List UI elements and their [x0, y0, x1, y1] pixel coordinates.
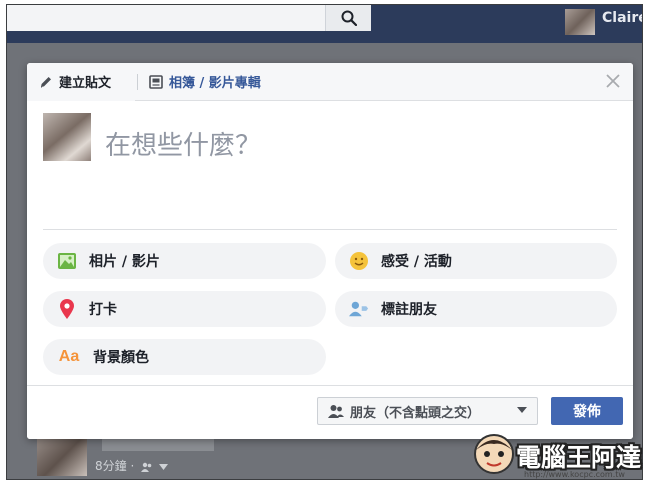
- option-check-in-label: 打卡: [89, 302, 117, 318]
- watermark-url: http://www.kocpc.com.tw: [524, 470, 625, 479]
- tab-create-post-label: 建立貼文: [59, 76, 112, 91]
- search-button[interactable]: [325, 5, 371, 31]
- profile-username[interactable]: Claire: [602, 10, 642, 26]
- text-aa-icon: Aa: [58, 348, 80, 365]
- tab-divider: [137, 74, 138, 90]
- profile-avatar[interactable]: [565, 9, 595, 35]
- watermark-mascot-icon: [472, 432, 516, 476]
- friends-icon: [141, 462, 152, 472]
- search-icon: [341, 10, 357, 26]
- tab-photo-album[interactable]: 相簿 / 影片專輯: [149, 72, 261, 91]
- tag-friends-icon: [349, 299, 369, 319]
- watermark: 電腦王阿達 http://www.kocpc.com.tw: [472, 432, 650, 484]
- composer-textarea[interactable]: 在想些什麼？: [105, 125, 261, 162]
- composer-avatar: [43, 113, 91, 161]
- option-photo-video-label: 相片 / 影片: [89, 254, 160, 270]
- audience-selector-label: 朋友（不含點頭之交）: [350, 405, 481, 421]
- option-tag-friends[interactable]: 標註朋友: [335, 291, 617, 327]
- search-input[interactable]: [7, 5, 371, 31]
- dialog-header: 建立貼文 相簿 / 影片專輯: [27, 63, 633, 101]
- option-feeling-activity-label: 感受 / 活動: [381, 254, 452, 270]
- top-navigation-bar: Claire: [7, 5, 642, 43]
- screenshot-frame: Claire 8分鐘 · 建立貼文 相簿 / 影片專輯: [6, 4, 643, 480]
- option-feeling-activity[interactable]: 感受 / 活動: [335, 243, 617, 279]
- active-tab-indicator: [27, 99, 135, 101]
- smiley-icon: [349, 251, 369, 271]
- close-button[interactable]: [603, 71, 623, 91]
- chevron-down-icon: [517, 407, 527, 413]
- composer-divider: [43, 229, 617, 230]
- watermark-text: 電腦王阿達: [516, 443, 642, 472]
- option-check-in[interactable]: 打卡: [43, 291, 326, 327]
- close-icon: [606, 74, 620, 88]
- option-background-color[interactable]: Aa 背景顏色: [43, 339, 326, 375]
- location-pin-icon: [57, 299, 77, 319]
- photo-icon: [57, 251, 77, 271]
- tab-photo-album-label: 相簿 / 影片專輯: [169, 76, 261, 91]
- chevron-down-icon[interactable]: [158, 463, 168, 470]
- friends-icon: [328, 404, 344, 418]
- audience-selector[interactable]: 朋友（不含點頭之交）: [317, 397, 538, 425]
- album-icon: [149, 74, 163, 89]
- option-background-color-label: 背景顏色: [93, 350, 149, 366]
- tab-create-post[interactable]: 建立貼文: [39, 72, 111, 91]
- dialog-footer: 朋友（不含點頭之交） 發佈: [27, 385, 633, 439]
- post-button[interactable]: 發佈: [551, 397, 623, 425]
- option-tag-friends-label: 標註朋友: [381, 302, 437, 318]
- option-photo-video[interactable]: 相片 / 影片: [43, 243, 326, 279]
- pencil-icon: [39, 75, 53, 89]
- create-post-dialog: 建立貼文 相簿 / 影片專輯 在想些什麼？ 相片 / 影片 感受 / 活動 打卡…: [27, 63, 633, 439]
- feed-post-meta: 8分鐘 ·: [95, 457, 168, 474]
- feed-post-timestamp[interactable]: 8分鐘 ·: [95, 459, 134, 473]
